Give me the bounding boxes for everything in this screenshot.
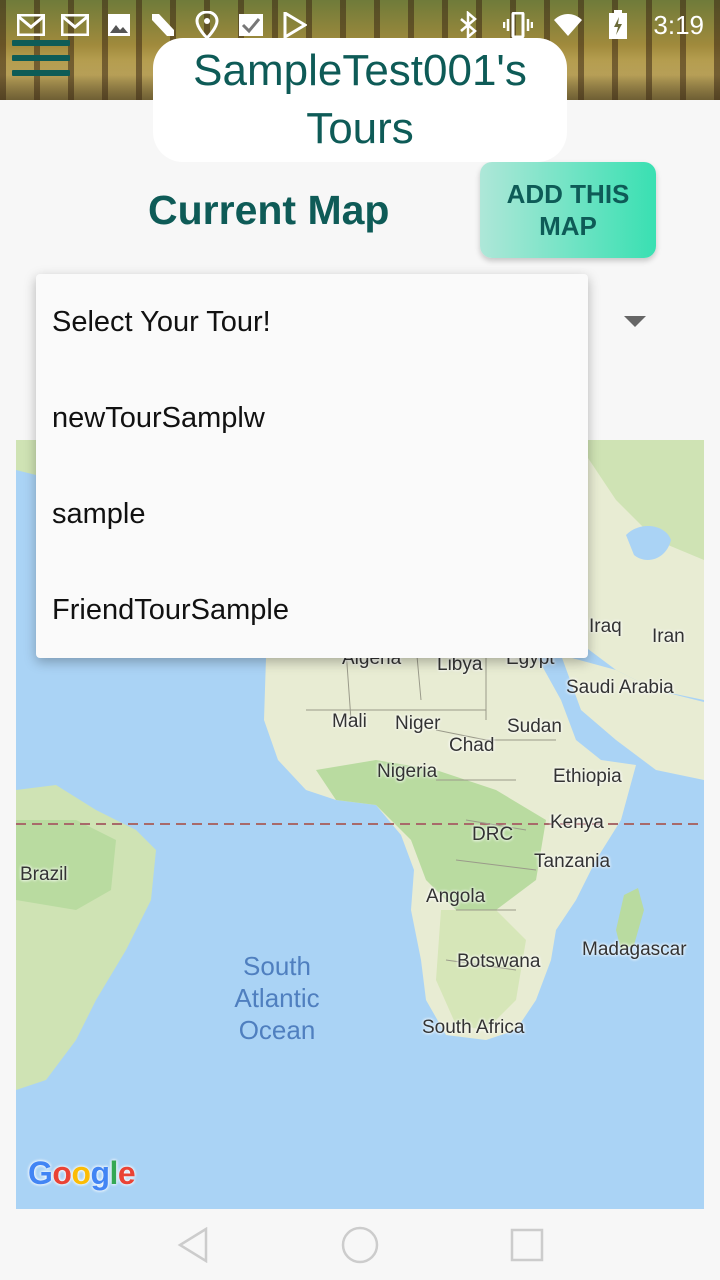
back-icon[interactable] (173, 1225, 213, 1265)
dropdown-arrow-icon[interactable] (624, 316, 646, 327)
map-label-mali: Mali (332, 711, 367, 732)
map-label-chad: Chad (449, 735, 495, 756)
status-bar: 3:19 (0, 0, 720, 50)
vibrate-icon (503, 10, 534, 40)
tour-dropdown-menu: Select Your Tour! newTourSamplw sample F… (36, 274, 588, 658)
hamburger-bar (12, 40, 70, 46)
navigation-bar (0, 1209, 720, 1280)
hamburger-bar (12, 55, 70, 61)
map-label-south-africa: South Africa (422, 1017, 525, 1038)
bluetooth-icon (453, 10, 483, 40)
image-icon (104, 10, 134, 40)
maps-icon (192, 10, 222, 40)
clock: 3:19 (653, 9, 704, 40)
map-label-ethiopia: Ethiopia (553, 766, 622, 787)
map-label-iran: Iran (652, 626, 685, 647)
map-label-botswana: Botswana (457, 951, 541, 972)
map-label-kenya: Kenya (550, 812, 604, 833)
map-label-angola: Angola (426, 886, 486, 907)
add-this-map-button[interactable]: ADD THIS MAP (480, 162, 656, 258)
title-card: SampleTest001's Tours (153, 38, 567, 162)
hamburger-bar (12, 70, 70, 76)
map-label-brazil: Brazil (20, 864, 68, 885)
map-label-niger: Niger (395, 713, 441, 734)
map-label-nigeria: Nigeria (377, 761, 438, 782)
hamburger-icon[interactable] (12, 38, 70, 78)
dropdown-item[interactable]: Select Your Tour! (36, 274, 588, 370)
page-title: SampleTest001's Tours (193, 46, 527, 153)
map-label-iraq: Iraq (589, 616, 622, 637)
dropdown-item[interactable]: newTourSamplw (36, 370, 588, 466)
dropdown-item[interactable]: sample (36, 466, 588, 562)
current-map-label: Current Map (148, 187, 390, 233)
recents-icon[interactable] (507, 1225, 547, 1265)
gmail-icon (60, 10, 90, 40)
play-store-icon (280, 10, 310, 40)
wifi-icon (553, 10, 583, 40)
map-label-tanzania: Tanzania (534, 851, 611, 872)
screen: 3:19 SampleTest001's Tours Current Map A… (0, 0, 720, 1280)
home-icon[interactable] (340, 1225, 380, 1265)
n-icon (148, 10, 178, 40)
check-icon (236, 10, 266, 40)
map-label-south-atlantic-ocean: South Atlantic Ocean (234, 951, 320, 1045)
google-logo: Google (28, 1155, 136, 1191)
battery-charging-icon (603, 10, 633, 40)
dropdown-item[interactable]: FriendTourSample (36, 562, 588, 658)
map-label-madagascar: Madagascar (582, 939, 687, 960)
map-label-saudi-arabia: Saudi Arabia (566, 677, 674, 698)
map-label-drc: DRC (472, 824, 514, 845)
gmail-icon (16, 10, 46, 40)
map-label-sudan: Sudan (507, 716, 562, 737)
